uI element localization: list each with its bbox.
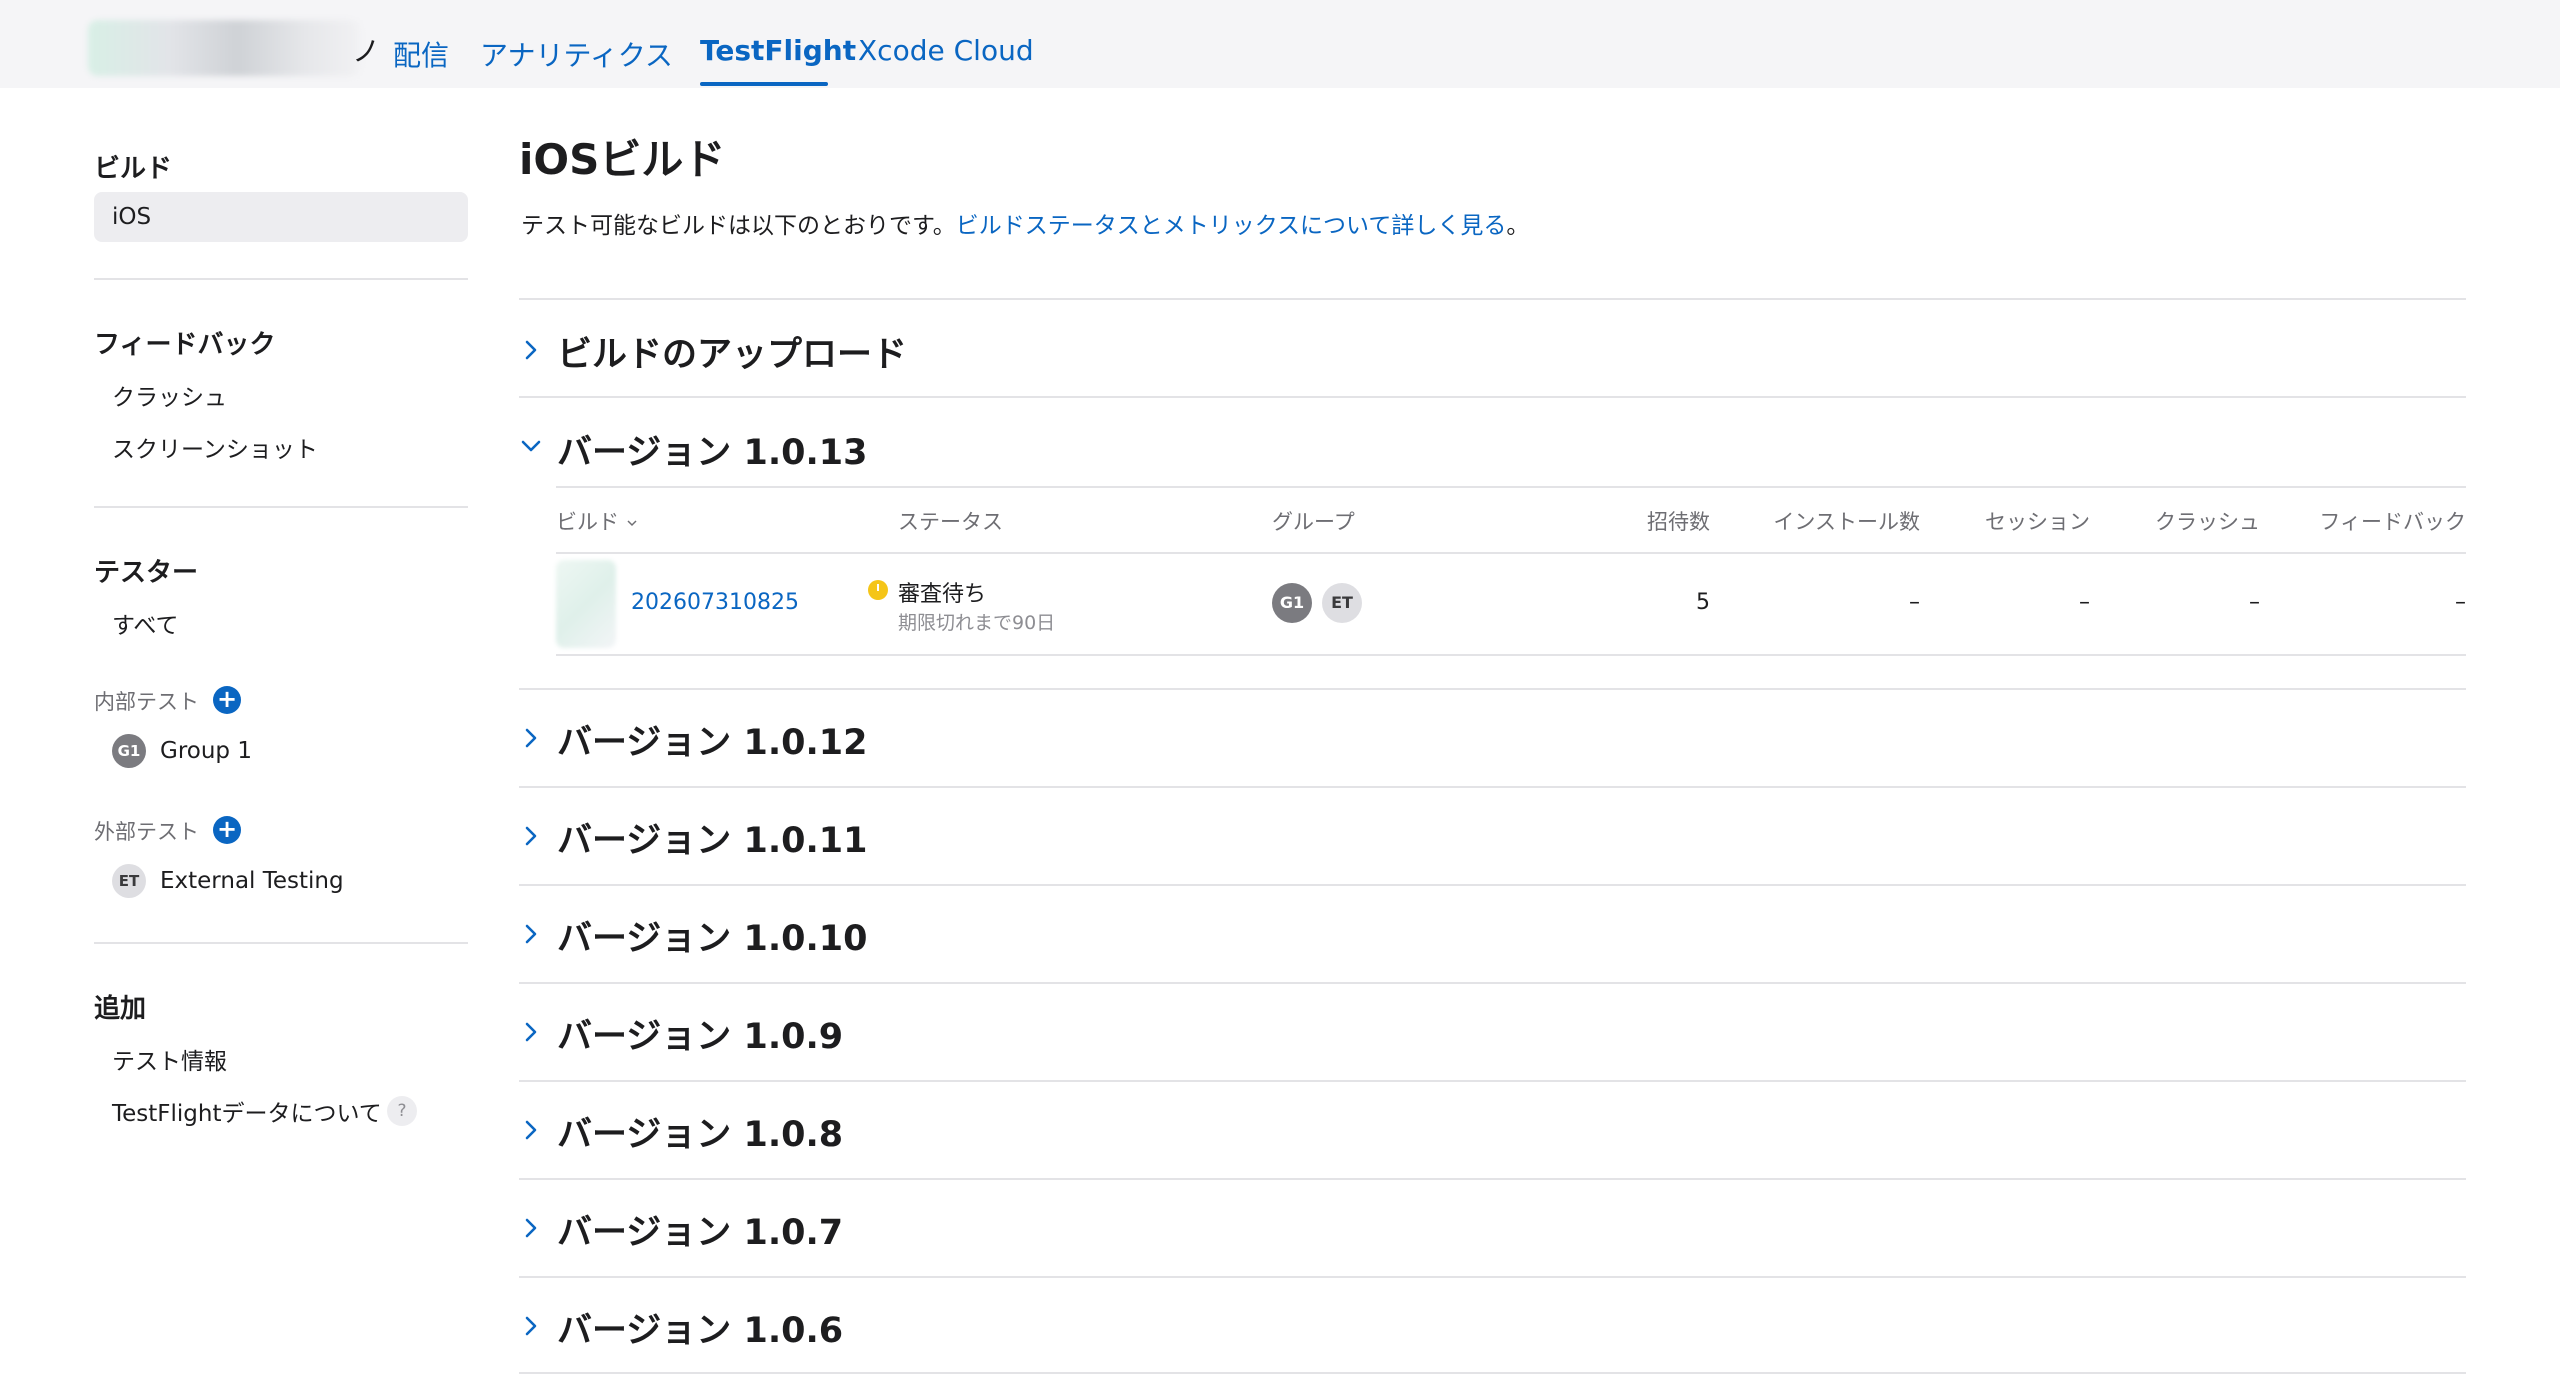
- section-version-1-0-6[interactable]: バージョン 1.0.6: [519, 1278, 2466, 1374]
- section-title: バージョン 1.0.9: [557, 1017, 844, 1057]
- page-description: テスト可能なビルドは以下のとおりです。ビルドステータスとメトリックスについて詳し…: [521, 213, 1530, 239]
- section-version-1-0-13[interactable]: バージョン 1.0.13: [519, 398, 2466, 494]
- sidebar-item-ios[interactable]: iOS: [112, 204, 151, 230]
- top-navigation: ノ 配信 アナリティクス TestFlight Xcode Cloud: [0, 0, 2560, 88]
- section-version-1-0-11[interactable]: バージョン 1.0.11: [519, 788, 2466, 884]
- section-version-1-0-8[interactable]: バージョン 1.0.8: [519, 1082, 2466, 1178]
- section-title: バージョン 1.0.10: [557, 919, 868, 959]
- chevron-right-icon: [525, 1022, 537, 1042]
- sidebar-divider: [94, 278, 468, 280]
- crashes-count: –: [2249, 590, 2260, 615]
- sidebar-item-test-information[interactable]: テスト情報: [112, 1042, 227, 1076]
- group-avatar-g1: G1: [112, 734, 146, 768]
- chevron-right-icon: [525, 1316, 537, 1336]
- build-number-link[interactable]: 202607310825: [631, 590, 799, 615]
- sidebar-label-external-testing: 外部テスト: [94, 820, 199, 844]
- add-internal-group-button[interactable]: +: [213, 686, 241, 714]
- clock-status-icon: [868, 580, 888, 600]
- group-avatar-et[interactable]: ET: [1322, 583, 1362, 623]
- section-title: バージョン 1.0.11: [557, 821, 868, 861]
- chevron-down-icon: [521, 440, 541, 452]
- sidebar-heading-builds: ビルド: [94, 154, 173, 184]
- invites-count: 5: [1696, 590, 1710, 615]
- page-title: iOSビルド: [519, 135, 726, 184]
- sidebar-heading-additional: 追加: [94, 994, 147, 1024]
- sidebar-item-screenshots[interactable]: スクリーンショット: [112, 430, 318, 464]
- add-external-group-button[interactable]: +: [213, 816, 241, 844]
- column-header-invites: 招待数: [1647, 510, 1710, 534]
- divider: [556, 552, 2466, 554]
- section-title: バージョン 1.0.12: [557, 723, 868, 763]
- section-title: バージョン 1.0.8: [557, 1115, 844, 1155]
- sidebar-label-internal-testing: 内部テスト: [94, 690, 199, 714]
- tab-analytics[interactable]: アナリティクス: [480, 34, 673, 74]
- build-status: 審査待ち: [898, 582, 987, 607]
- section-version-1-0-10[interactable]: バージョン 1.0.10: [519, 886, 2466, 982]
- sort-chevron-down-icon: [627, 520, 637, 527]
- sidebar-divider: [94, 942, 468, 944]
- chevron-right-icon: [525, 1218, 537, 1238]
- section-title: バージョン 1.0.13: [557, 433, 868, 473]
- tab-xcode-cloud[interactable]: Xcode Cloud: [858, 34, 1034, 67]
- chevron-right-icon: [525, 728, 537, 748]
- section-version-1-0-9[interactable]: バージョン 1.0.9: [519, 984, 2466, 1080]
- column-header-feedback: フィードバック: [2319, 510, 2466, 534]
- section-version-1-0-7[interactable]: バージョン 1.0.7: [519, 1180, 2466, 1276]
- learn-more-link[interactable]: ビルドステータスとメトリックスについて詳しく見る: [956, 213, 1507, 239]
- chevron-right-icon: [525, 340, 537, 360]
- sidebar-item-all-testers[interactable]: すべて: [112, 606, 178, 640]
- column-header-build[interactable]: ビルド: [556, 506, 638, 536]
- app-name-blurred[interactable]: [88, 20, 360, 76]
- installs-count: –: [1909, 590, 1920, 615]
- sidebar-divider: [94, 506, 468, 508]
- chevron-right-icon: [525, 924, 537, 944]
- section-title: ビルドのアップロード: [557, 335, 908, 375]
- column-header-status: ステータス: [898, 510, 1003, 534]
- section-title: バージョン 1.0.7: [557, 1213, 844, 1253]
- chevron-right-icon: [525, 826, 537, 846]
- section-version-1-0-12[interactable]: バージョン 1.0.12: [519, 690, 2466, 786]
- sidebar-heading-testers: テスター: [94, 558, 199, 588]
- divider: [556, 654, 2466, 656]
- divider: [519, 1372, 2466, 1374]
- sidebar-item-external-testing[interactable]: External Testing: [160, 868, 344, 894]
- app-icon-blurred: [556, 560, 616, 648]
- tab-testflight[interactable]: TestFlight: [700, 34, 856, 67]
- column-header-crashes: クラッシュ: [2155, 510, 2260, 534]
- active-tab-underline: [700, 82, 828, 86]
- group-avatar-et: ET: [112, 864, 146, 898]
- column-header-installs: インストール数: [1773, 510, 1920, 534]
- help-icon[interactable]: ?: [387, 1096, 417, 1126]
- chevron-right-icon: [525, 1120, 537, 1140]
- column-header-sessions: セッション: [1985, 510, 2090, 534]
- section-title: バージョン 1.0.6: [557, 1311, 844, 1351]
- sessions-count: –: [2079, 590, 2090, 615]
- build-expiry: 期限切れまで90日: [898, 612, 1056, 634]
- feedback-count: –: [2455, 590, 2466, 615]
- app-name-tail: ノ: [352, 35, 381, 68]
- tab-distribution[interactable]: 配信: [393, 34, 449, 74]
- sidebar-item-about-testflight-data[interactable]: TestFlightデータについて: [112, 1094, 382, 1128]
- column-header-groups: グループ: [1272, 510, 1355, 534]
- section-build-upload[interactable]: ビルドのアップロード: [519, 300, 2466, 396]
- group-avatar-g1[interactable]: G1: [1272, 583, 1312, 623]
- sidebar-item-group-1[interactable]: Group 1: [160, 738, 252, 764]
- sidebar-item-crashes[interactable]: クラッシュ: [112, 378, 227, 412]
- divider: [556, 486, 2466, 488]
- sidebar-heading-feedback: フィードバック: [94, 330, 276, 360]
